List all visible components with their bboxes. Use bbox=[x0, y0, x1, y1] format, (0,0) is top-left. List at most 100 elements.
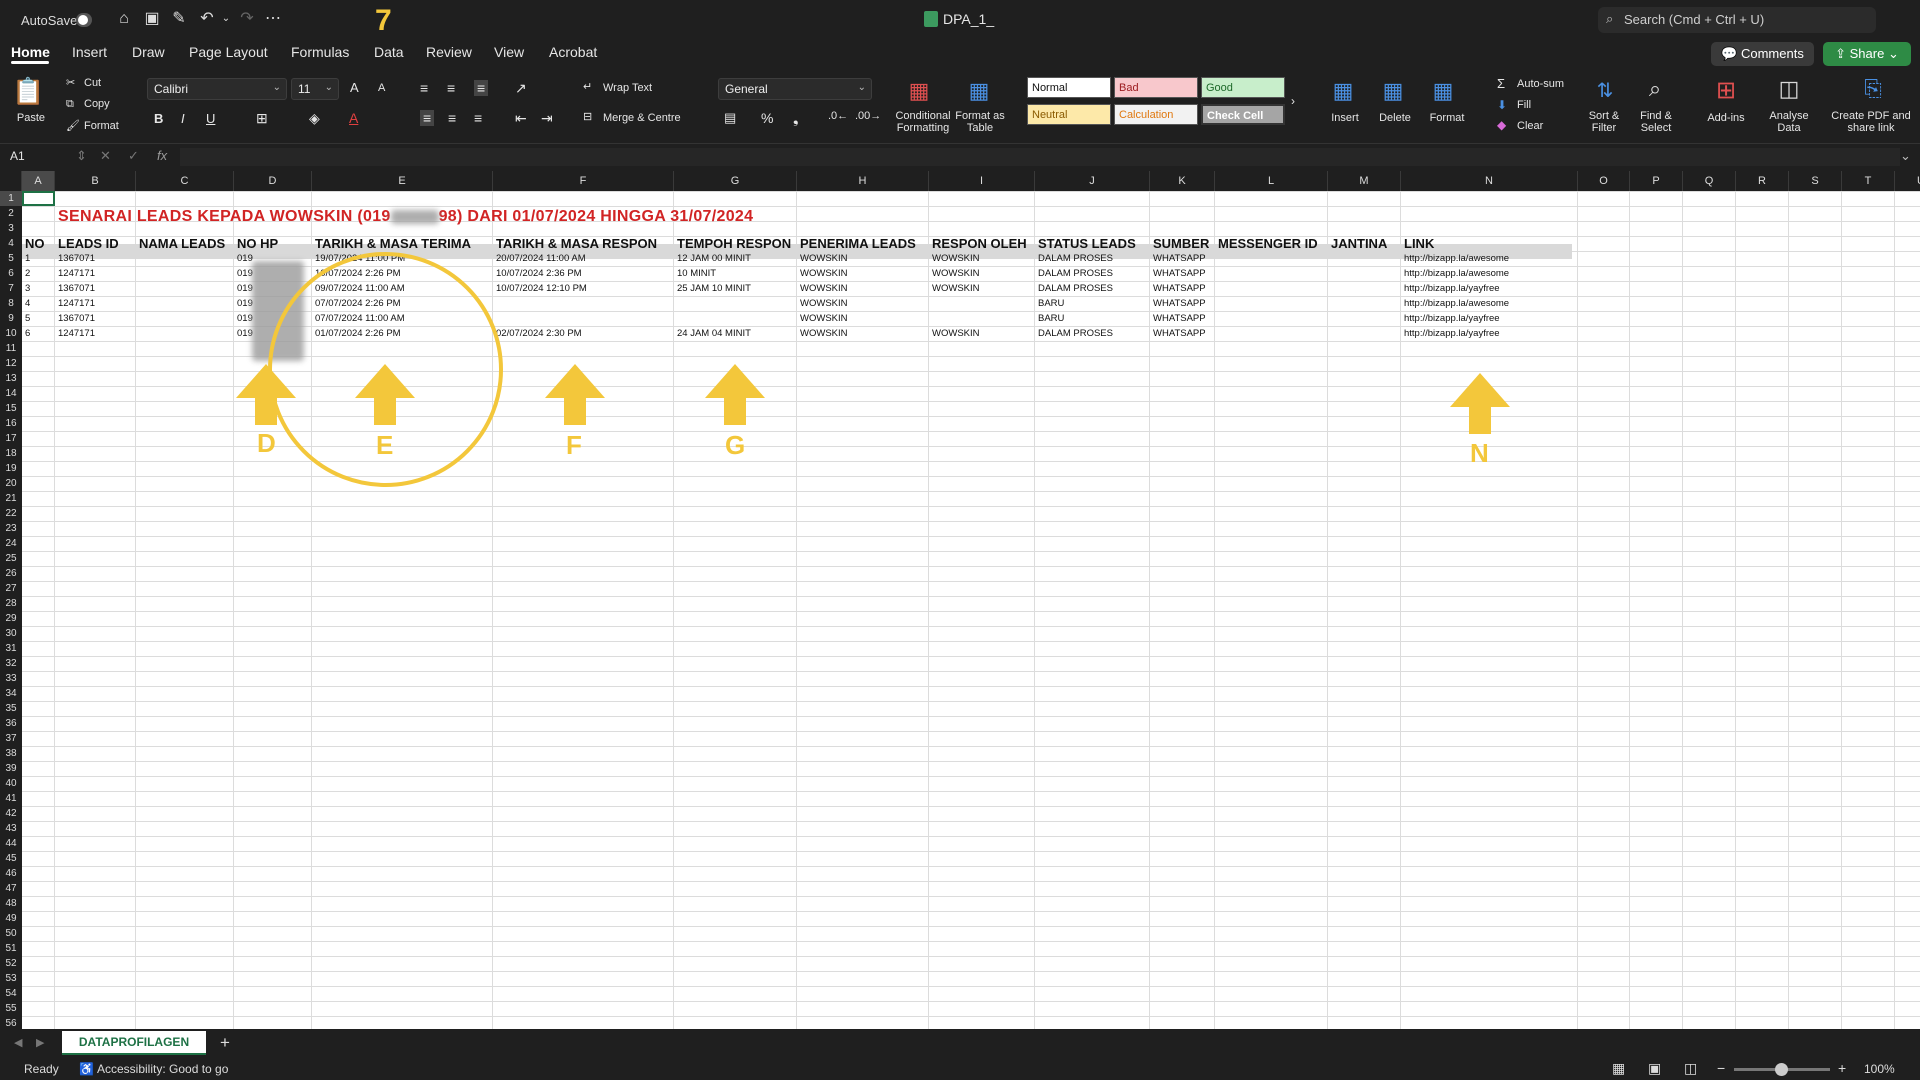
format-painter-icon[interactable]: 🖌 bbox=[66, 119, 80, 132]
name-box[interactable]: A1 bbox=[10, 149, 25, 163]
conditional-formatting-icon[interactable]: ▦ bbox=[904, 78, 934, 106]
cell-a8[interactable]: 4 bbox=[25, 296, 30, 311]
cancel-icon[interactable]: ✕ bbox=[100, 148, 111, 164]
cell-k6[interactable]: WHATSAPP bbox=[1153, 266, 1206, 281]
style-neutral[interactable]: Neutral bbox=[1027, 104, 1111, 125]
fill-color-icon[interactable]: ◈ bbox=[309, 110, 320, 127]
row-header-43[interactable]: 43 bbox=[0, 821, 22, 836]
wrap-text-icon[interactable]: ↵ bbox=[583, 80, 592, 93]
zoom-slider-handle[interactable] bbox=[1775, 1063, 1788, 1076]
row-header-42[interactable]: 42 bbox=[0, 806, 22, 821]
row-header-16[interactable]: 16 bbox=[0, 416, 22, 431]
borders-icon[interactable]: ⊞ bbox=[256, 110, 268, 127]
header-cell-e[interactable]: TARIKH & MASA TERIMA bbox=[315, 236, 471, 251]
format-cells-button[interactable]: Format bbox=[1424, 112, 1470, 124]
column-header-k[interactable]: K bbox=[1150, 171, 1215, 191]
decrease-decimal-icon[interactable]: .00→ bbox=[855, 110, 881, 122]
row-header-2[interactable]: 2 bbox=[0, 206, 22, 221]
style-good[interactable]: Good bbox=[1201, 77, 1285, 98]
cell-a9[interactable]: 5 bbox=[25, 311, 30, 326]
cell-h5[interactable]: WOWSKIN bbox=[800, 251, 848, 266]
row-header-38[interactable]: 38 bbox=[0, 746, 22, 761]
formula-input[interactable] bbox=[180, 148, 1900, 166]
row-header-48[interactable]: 48 bbox=[0, 896, 22, 911]
redo-icon[interactable]: ↷ bbox=[237, 9, 257, 29]
format-cells-icon[interactable]: ▦ bbox=[1428, 78, 1458, 106]
percent-icon[interactable]: % bbox=[761, 110, 773, 126]
column-header-p[interactable]: P bbox=[1630, 171, 1683, 191]
header-cell-n[interactable]: LINK bbox=[1404, 236, 1434, 251]
row-header-37[interactable]: 37 bbox=[0, 731, 22, 746]
cell-h9[interactable]: WOWSKIN bbox=[800, 311, 848, 326]
row-header-25[interactable]: 25 bbox=[0, 551, 22, 566]
paste-icon[interactable]: 📋 bbox=[12, 76, 44, 110]
document-title[interactable]: DPA_1_ bbox=[943, 11, 994, 27]
header-cell-c[interactable]: NAMA LEADS bbox=[139, 236, 225, 251]
cell-d7[interactable]: 019 bbox=[237, 281, 253, 296]
row-header-40[interactable]: 40 bbox=[0, 776, 22, 791]
cell-h8[interactable]: WOWSKIN bbox=[800, 296, 848, 311]
cell-j9[interactable]: BARU bbox=[1038, 311, 1064, 326]
row-header-20[interactable]: 20 bbox=[0, 476, 22, 491]
cell-b9[interactable]: 1367071 bbox=[58, 311, 95, 326]
addins-button[interactable]: Add-ins bbox=[1700, 112, 1752, 124]
number-format-select[interactable]: General ⌄ bbox=[718, 78, 872, 100]
row-header-13[interactable]: 13 bbox=[0, 371, 22, 386]
row-header-19[interactable]: 19 bbox=[0, 461, 22, 476]
cell-n9[interactable]: http://bizapp.la/yayfree bbox=[1404, 311, 1500, 326]
cell-d8[interactable]: 019 bbox=[237, 296, 253, 311]
cut-icon[interactable]: ✂ bbox=[66, 76, 75, 89]
header-cell-j[interactable]: STATUS LEADS bbox=[1038, 236, 1136, 251]
decrease-font-icon[interactable]: A bbox=[378, 82, 385, 94]
cell-a5[interactable]: 1 bbox=[25, 251, 30, 266]
header-cell-b[interactable]: LEADS ID bbox=[58, 236, 119, 251]
addins-icon[interactable]: ⊞ bbox=[1711, 76, 1741, 106]
row-header-29[interactable]: 29 bbox=[0, 611, 22, 626]
row-header-14[interactable]: 14 bbox=[0, 386, 22, 401]
cell-f5[interactable]: 20/07/2024 11:00 AM bbox=[496, 251, 586, 266]
delete-cells-button[interactable]: Delete bbox=[1372, 112, 1418, 124]
cell-d5[interactable]: 019 bbox=[237, 251, 253, 266]
format-painter-button[interactable]: Format bbox=[84, 120, 119, 132]
header-cell-h[interactable]: PENERIMA LEADS bbox=[800, 236, 916, 251]
save-as-icon[interactable]: ✎ bbox=[169, 9, 189, 29]
header-cell-m[interactable]: JANTINA bbox=[1331, 236, 1387, 251]
create-pdf-icon[interactable]: ⎘ bbox=[1858, 76, 1888, 106]
cell-j10[interactable]: DALAM PROSES bbox=[1038, 326, 1113, 341]
enter-icon[interactable]: ✓ bbox=[128, 148, 139, 164]
cell-b10[interactable]: 1247171 bbox=[58, 326, 95, 341]
align-middle-icon[interactable]: ≡ bbox=[447, 80, 455, 96]
column-header-n[interactable]: N bbox=[1401, 171, 1578, 191]
function-icon[interactable]: fx bbox=[157, 148, 167, 163]
cell-k8[interactable]: WHATSAPP bbox=[1153, 296, 1206, 311]
analyse-data-icon[interactable]: ◫ bbox=[1774, 76, 1804, 106]
column-header-b[interactable]: B bbox=[55, 171, 136, 191]
increase-decimal-icon[interactable]: .0← bbox=[828, 110, 848, 122]
home-icon[interactable]: ⌂ bbox=[114, 9, 134, 29]
row-header-34[interactable]: 34 bbox=[0, 686, 22, 701]
page-break-view-icon[interactable]: ◫ bbox=[1684, 1060, 1697, 1077]
cell-b7[interactable]: 1367071 bbox=[58, 281, 95, 296]
cell-b6[interactable]: 1247171 bbox=[58, 266, 95, 281]
row-header-21[interactable]: 21 bbox=[0, 491, 22, 506]
tab-insert[interactable]: Insert bbox=[72, 44, 107, 60]
autosum-icon[interactable]: Σ bbox=[1497, 76, 1505, 91]
row-header-10[interactable]: 10 bbox=[0, 326, 22, 341]
align-top-icon[interactable]: ≡ bbox=[420, 80, 428, 96]
tab-formulas[interactable]: Formulas bbox=[291, 44, 349, 60]
cell-i10[interactable]: WOWSKIN bbox=[932, 326, 980, 341]
cut-button[interactable]: Cut bbox=[84, 77, 101, 89]
cell-b5[interactable]: 1367071 bbox=[58, 251, 95, 266]
find-select-button[interactable]: Find & Select bbox=[1632, 110, 1680, 134]
row-header-5[interactable]: 5 bbox=[0, 251, 22, 266]
column-header-h[interactable]: H bbox=[797, 171, 929, 191]
cell-i6[interactable]: WOWSKIN bbox=[932, 266, 980, 281]
row-header-35[interactable]: 35 bbox=[0, 701, 22, 716]
row-header-30[interactable]: 30 bbox=[0, 626, 22, 641]
column-header-i[interactable]: I bbox=[929, 171, 1035, 191]
row-header-9[interactable]: 9 bbox=[0, 311, 22, 326]
column-header-j[interactable]: J bbox=[1035, 171, 1150, 191]
font-color-icon[interactable]: A bbox=[349, 110, 358, 126]
spreadsheet-grid[interactable]: ABCDEFGHIJKLMNOPQRSTU 123456789101112131… bbox=[0, 171, 1920, 1029]
row-header-32[interactable]: 32 bbox=[0, 656, 22, 671]
